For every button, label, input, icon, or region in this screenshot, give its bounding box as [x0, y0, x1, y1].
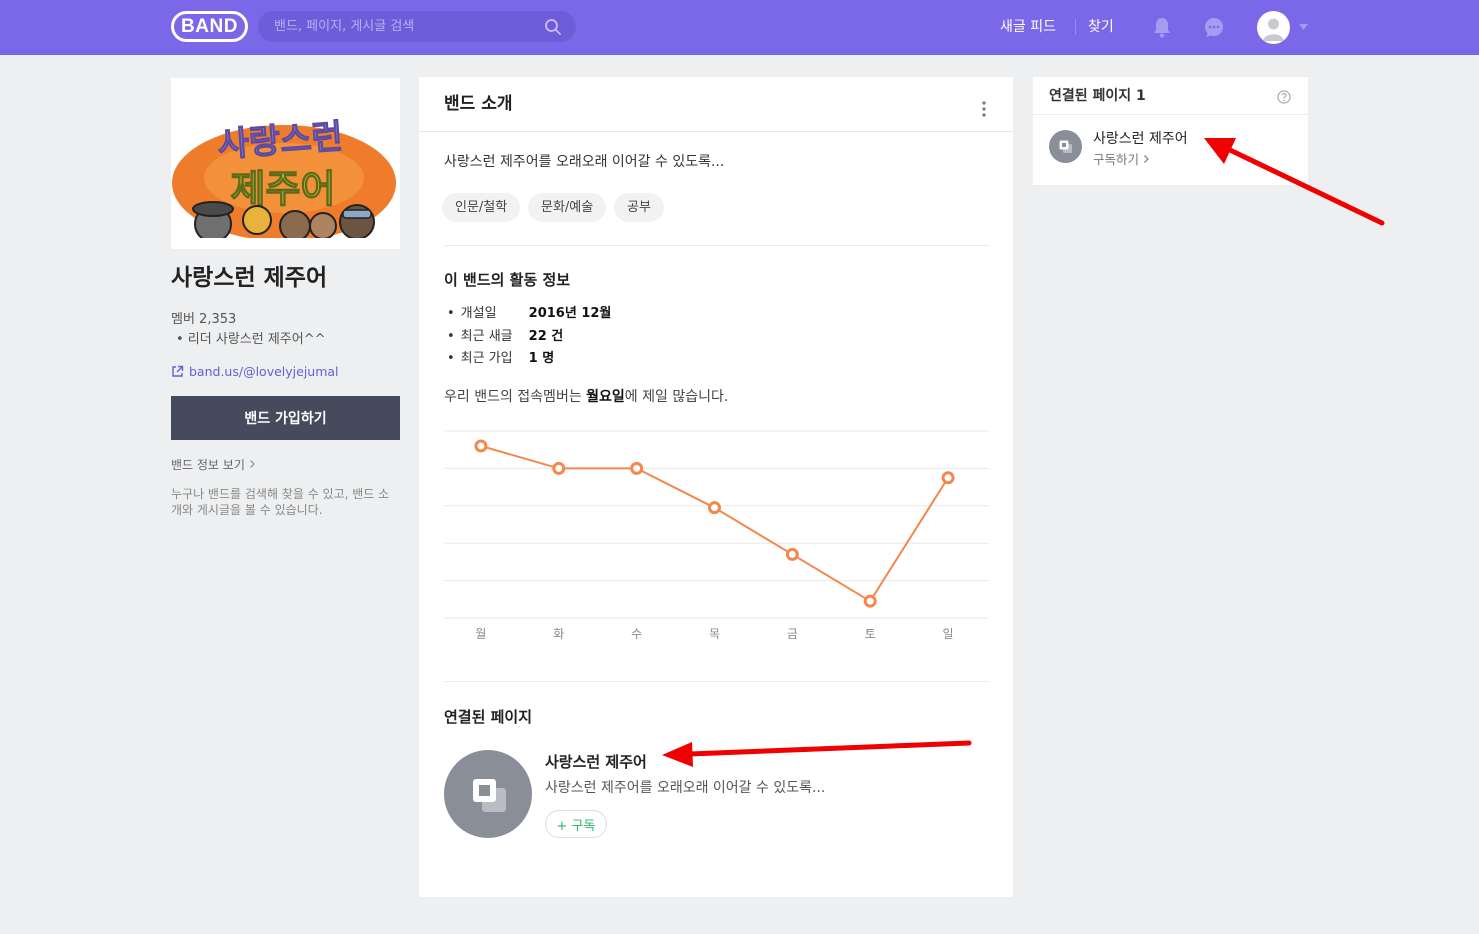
- peak-day-text: 우리 밴드의 접속멤버는 월요일에 제일 많습니다.: [444, 389, 729, 405]
- tag-study[interactable]: 공부: [614, 193, 664, 222]
- stat-founded: • 개설일 2016년 12월: [447, 306, 612, 321]
- external-link-icon: [172, 365, 184, 377]
- chart-tick-label: 일: [943, 627, 954, 641]
- chat-icon[interactable]: [1203, 16, 1225, 38]
- chart-point: [863, 594, 877, 608]
- band-url-text: band.us/@lovelyjejumal: [189, 364, 339, 379]
- nav-find-link[interactable]: 찾기: [1088, 17, 1114, 37]
- user-silhouette-icon: [1263, 18, 1284, 41]
- page-icon: [1059, 140, 1072, 153]
- tag-culture-art[interactable]: 문화/예술: [528, 193, 607, 222]
- linked-page-name-small[interactable]: 사랑스런 제주어: [1093, 129, 1188, 149]
- chevron-right-icon: [1144, 155, 1149, 163]
- join-band-button[interactable]: 밴드 가입하기: [171, 396, 400, 440]
- band-url-link[interactable]: band.us/@lovelyjejumal: [171, 363, 339, 381]
- section-divider: [444, 681, 989, 682]
- search-icon[interactable]: [544, 18, 562, 36]
- band-logo[interactable]: BAND: [171, 11, 248, 42]
- peak-day: 월요일: [586, 389, 625, 405]
- chart-point: [785, 547, 799, 561]
- band-cover-image: 사랑스런 제주어: [171, 78, 400, 249]
- leader-info: • 리더 사랑스런 제주어^^: [176, 332, 326, 347]
- chart-tick-label: 목: [709, 627, 720, 641]
- panel-divider: [1033, 114, 1308, 115]
- band-intro-card: 밴드 소개 사랑스런 제주어를 오래오래 이어갈 수 있도록... 인문/철학 …: [419, 77, 1013, 897]
- chart-tick-label: 월: [475, 627, 486, 641]
- search-input[interactable]: [274, 11, 534, 42]
- chart-point: [474, 439, 488, 453]
- nav-new-feed-link[interactable]: 새글 피드: [1000, 17, 1056, 37]
- subscribe-link[interactable]: 구독하기: [1093, 151, 1150, 169]
- more-options-icon[interactable]: [981, 99, 987, 119]
- band-name: 사랑스런 제주어: [171, 265, 328, 291]
- user-avatar[interactable]: [1257, 11, 1290, 44]
- stat-recent-joins: • 최근 가입 1 명: [447, 351, 555, 366]
- stat-recent-posts: • 최근 새글 22 건: [447, 329, 564, 344]
- chart-series-line: [480, 444, 949, 603]
- linked-pages-panel: 연결된 페이지 1 사랑스런 제주어 구독하기: [1033, 77, 1308, 185]
- section-divider: [444, 245, 989, 246]
- search-box[interactable]: [258, 11, 576, 42]
- chart-tick-label: 토: [865, 627, 876, 641]
- chevron-down-icon[interactable]: [1299, 24, 1308, 30]
- chart-tick-label: 금: [787, 627, 798, 641]
- tag-humanities[interactable]: 인문/철학: [442, 193, 521, 222]
- card-title: 밴드 소개: [444, 94, 513, 114]
- linked-pages-panel-title: 연결된 페이지 1: [1049, 88, 1146, 104]
- chart-point: [941, 471, 955, 485]
- chart-point: [708, 501, 721, 515]
- activity-info-title: 이 밴드의 활동 정보: [444, 271, 571, 289]
- linked-page-description: 사랑스런 제주어를 오래오래 이어갈 수 있도록...: [545, 780, 826, 796]
- chart-point: [552, 461, 566, 475]
- member-count: 멤버 2,353: [171, 312, 237, 327]
- chart-tick-label: 화: [553, 627, 564, 641]
- nav-separator: [1075, 19, 1076, 35]
- band-public-description: 누구나 밴드를 검색해 찾을 수 있고, 밴드 소개와 게시글을 볼 수 있습니…: [171, 487, 390, 517]
- linked-page-name[interactable]: 사랑스런 제주어: [545, 751, 647, 773]
- linked-page-title: 연결된 페이지: [444, 708, 533, 726]
- weekly-activity-chart: 월화수목금토일: [444, 430, 989, 641]
- chevron-right-icon: [249, 460, 255, 468]
- band-info-link[interactable]: 밴드 정보 보기: [171, 457, 256, 473]
- subscribe-link-text: 구독하기: [1093, 152, 1140, 167]
- bell-icon[interactable]: [1152, 16, 1172, 38]
- chart-tick-label: 수: [631, 627, 642, 641]
- card-divider: [419, 131, 1013, 132]
- linked-page-avatar-small[interactable]: [1049, 130, 1082, 163]
- help-icon[interactable]: [1277, 90, 1291, 104]
- band-intro-text: 사랑스런 제주어를 오래오래 이어갈 수 있도록...: [444, 154, 725, 170]
- chart-point: [630, 461, 644, 475]
- subscribe-button[interactable]: + 구독: [545, 810, 607, 838]
- linked-page-avatar[interactable]: [444, 750, 532, 838]
- page-icon: [473, 779, 506, 812]
- top-navigation-bar: BAND 새글 피드 찾기: [0, 0, 1479, 55]
- cover-title-bottom: 제주어: [231, 167, 336, 211]
- band-info-link-text: 밴드 정보 보기: [171, 458, 245, 472]
